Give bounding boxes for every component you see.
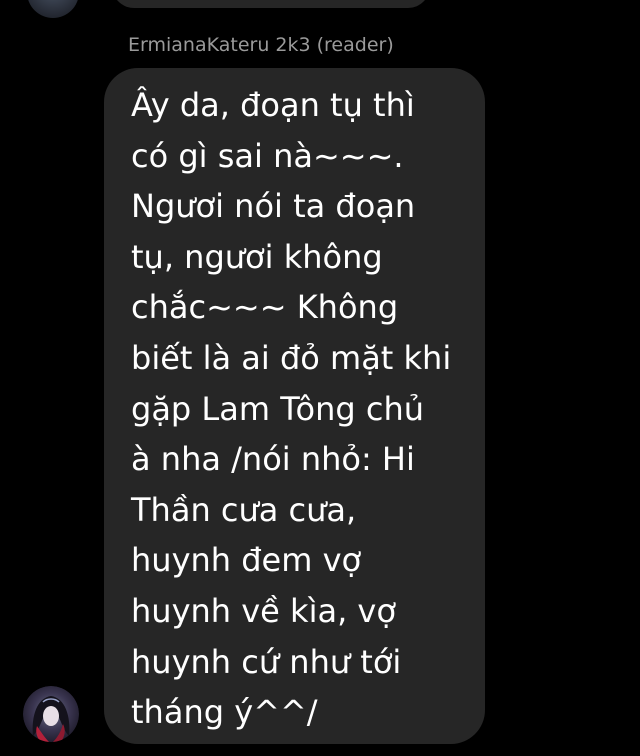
message-bubble[interactable]: Ây da, đoạn tụ thì có gì sai nà~~~. Ngươ… <box>104 68 485 744</box>
message-line: gặp Lam Tông chủ <box>131 389 425 428</box>
message-line: huynh đem vợ <box>131 541 362 580</box>
message-line: tụ, ngươi không <box>131 237 383 276</box>
sender-name: ErmianaKateru 2k3 (reader) <box>128 34 394 56</box>
message-line: tháng ý^^/ <box>131 693 318 732</box>
message-line: Ây da, đoạn tụ thì <box>131 86 415 124</box>
message-line: có gì sai nà~~~. <box>131 136 404 175</box>
previous-message-bubble[interactable] <box>112 0 430 8</box>
message-line: chắc~~~ Không <box>131 288 399 327</box>
message-line: Thần cưa cưa, <box>131 490 357 529</box>
chat-screen: ErmianaKateru 2k3 (reader) Ây da, đoạn t… <box>0 0 640 756</box>
message-line: biết là ai đỏ mặt khi <box>131 338 452 377</box>
message-line: huynh cứ như tới <box>131 642 402 681</box>
previous-sender-avatar[interactable] <box>27 0 79 18</box>
message-line: huynh về kìa, vợ <box>131 591 396 630</box>
message-line: à nha /nói nhỏ: Hi <box>131 440 415 479</box>
user-avatar-icon[interactable] <box>23 686 79 742</box>
message-line: Ngươi nói ta đoạn <box>131 187 416 226</box>
